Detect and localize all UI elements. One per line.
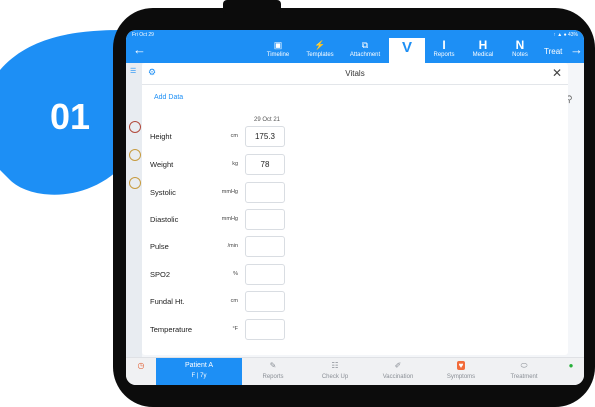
tab-treatment[interactable]: ⬭ Treatment — [496, 358, 552, 385]
status-indicators: ↑ ▲ ● 43% — [553, 32, 578, 38]
vital-unit: /min — [227, 243, 238, 249]
tab-reports[interactable]: ✎ Reports — [246, 358, 300, 385]
bottom-tab-bar: ◷ Patient A F | 7y ✎ Reports ☷ Check Up … — [126, 357, 584, 385]
nav-notes[interactable]: N Notes — [505, 39, 535, 63]
pill-icon: ⬭ — [520, 361, 528, 370]
android-icon: ● — [568, 361, 574, 370]
vital-unit: mmHg — [221, 189, 238, 195]
vital-name: Height — [150, 132, 172, 141]
vital-row-systolic: Systolic mmHg — [142, 182, 568, 204]
vital-unit: °F — [232, 326, 238, 332]
vitals-modal: ⚙ Vitals ✕ Add Data 29 Oct 21 Height cm … — [142, 63, 568, 355]
avatar[interactable] — [129, 121, 141, 133]
vital-name: Weight — [150, 160, 174, 169]
tab-checkup-label: Check Up — [321, 374, 349, 380]
vital-name: SPO2 — [150, 270, 171, 279]
tablet-bottom-button-right — [246, 396, 288, 407]
status-time: Fri Oct 29 — [132, 32, 154, 38]
nav-templates[interactable]: ⚡ Templates — [302, 39, 338, 63]
tablet-bottom-button-left — [188, 396, 230, 407]
tab-symptoms-label: Symptoms — [446, 374, 476, 380]
letter-h-icon: H — [478, 38, 488, 52]
nav-timeline-label: Timeline — [266, 52, 290, 58]
nav-vitals[interactable]: V — [389, 38, 425, 63]
nav-notes-label: Notes — [512, 52, 528, 58]
vital-row-fundal-height: Fundal Ht. cm — [142, 291, 568, 313]
avatar[interactable] — [129, 149, 141, 161]
vital-value-field[interactable] — [245, 209, 285, 230]
app-screen: Fri Oct 29 ↑ ▲ ● 43% ← ▣ Timeline ⚡ Temp… — [126, 30, 584, 385]
vital-name: Pulse — [150, 242, 169, 251]
patient-list-sidebar: ☰ — [126, 63, 142, 357]
vital-unit: cm — [230, 133, 238, 139]
vital-name: Temperature — [150, 325, 193, 334]
menu-icon[interactable]: ☰ — [130, 67, 136, 75]
vital-name: Systolic — [150, 188, 176, 197]
tab-checkup[interactable]: ☷ Check Up — [308, 358, 362, 385]
vital-row-height: Height cm 175.3 — [142, 126, 568, 148]
nav-reports[interactable]: I Reports — [428, 39, 460, 63]
vital-value-field[interactable]: 78 — [245, 154, 285, 175]
tab-symptoms[interactable]: ♥ Symptoms — [434, 358, 488, 385]
tab-more[interactable]: ● — [558, 358, 584, 385]
add-data-button[interactable]: Add Data — [154, 94, 183, 101]
back-arrow-icon[interactable]: ← — [133, 43, 146, 56]
vital-value-field[interactable] — [245, 291, 285, 312]
step-number: 01 — [49, 96, 91, 137]
tab-reports-label: Reports — [262, 374, 284, 380]
vital-unit: kg — [232, 161, 238, 167]
vital-row-pulse: Pulse /min — [142, 236, 568, 258]
vital-unit: % — [233, 271, 238, 277]
bolt-icon: ⚡ — [314, 40, 326, 50]
syringe-icon: ✐ — [394, 361, 402, 370]
tab-vaccination[interactable]: ✐ Vaccination — [370, 358, 426, 385]
tab-vaccination-label: Vaccination — [382, 374, 414, 380]
patient-info: F | 7y — [191, 373, 207, 379]
date-column-header: 29 Oct 21 — [253, 117, 280, 123]
nav-medical[interactable]: H Medical — [467, 39, 499, 63]
nav-attachment[interactable]: ⧉ Attachment — [345, 39, 385, 63]
vital-value-field[interactable] — [245, 182, 285, 203]
vital-name: Diastolic — [150, 215, 179, 224]
modal-header: ⚙ Vitals ✕ — [142, 63, 568, 85]
nav-attachment-label: Attachment — [349, 52, 381, 58]
tablet-top-button — [223, 0, 281, 14]
nav-medical-label: Medical — [472, 52, 494, 58]
close-icon[interactable]: ✕ — [552, 66, 562, 80]
letter-v-icon: V — [401, 39, 412, 56]
vital-row-diastolic: Diastolic mmHg — [142, 209, 568, 231]
nav-templates-label: Templates — [306, 52, 334, 58]
vital-value-field[interactable] — [245, 264, 285, 285]
vital-row-spo2: SPO2 % — [142, 264, 568, 286]
tab-treatment-label: Treatment — [510, 374, 538, 380]
vital-value-field[interactable] — [245, 319, 285, 340]
tab-history[interactable]: ◷ — [126, 358, 156, 385]
letter-i-icon: I — [442, 38, 446, 52]
nav-treat[interactable]: Treat — [544, 47, 562, 56]
image-icon: ▣ — [273, 40, 283, 50]
nav-reports-label: Reports — [433, 52, 455, 58]
nav-timeline[interactable]: ▣ Timeline — [261, 39, 295, 63]
vital-value-field[interactable]: 175.3 — [245, 126, 285, 147]
vital-name: Fundal Ht. — [150, 297, 185, 306]
top-nav-bar: Fri Oct 29 ↑ ▲ ● 43% ← ▣ Timeline ⚡ Temp… — [126, 30, 584, 63]
clipboard-icon: ☷ — [331, 361, 339, 370]
forward-arrow-icon[interactable]: → — [570, 43, 583, 56]
vital-row-temperature: Temperature °F — [142, 319, 568, 341]
clock-icon: ◷ — [137, 361, 145, 370]
heart-icon: ♥ — [456, 361, 466, 370]
vital-unit: cm — [230, 298, 238, 304]
pencil-icon: ✎ — [269, 361, 277, 370]
patient-tab[interactable]: Patient A F | 7y — [156, 358, 242, 385]
modal-title: Vitals — [345, 69, 365, 78]
letter-n-icon: N — [515, 38, 525, 52]
vital-unit: mmHg — [221, 216, 238, 222]
vital-row-weight: Weight kg 78 — [142, 154, 568, 176]
avatar[interactable] — [129, 177, 141, 189]
vital-value-field[interactable] — [245, 236, 285, 257]
copy-icon: ⧉ — [361, 40, 369, 50]
patient-name: Patient A — [184, 362, 214, 369]
